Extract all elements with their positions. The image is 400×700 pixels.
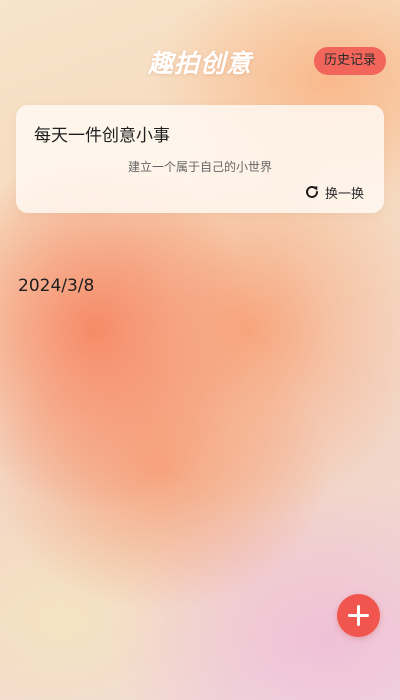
card-subtitle: 建立一个属于自己的小世界	[127, 160, 272, 174]
history-button[interactable]: 历史记录	[313, 47, 386, 75]
idea-card: 每天一件创意小事 建立一个属于自己的小世界 换一换	[16, 105, 384, 213]
date-label: 2024/3/8	[18, 276, 95, 296]
card-title: 每天一件创意小事	[34, 126, 170, 146]
refresh-icon	[304, 184, 320, 200]
add-button[interactable]	[337, 594, 380, 637]
header: 趣拍创意 历史记录	[0, 40, 400, 84]
refresh-label: 换一换	[324, 186, 364, 202]
refresh-button[interactable]: 换一换	[304, 182, 364, 202]
